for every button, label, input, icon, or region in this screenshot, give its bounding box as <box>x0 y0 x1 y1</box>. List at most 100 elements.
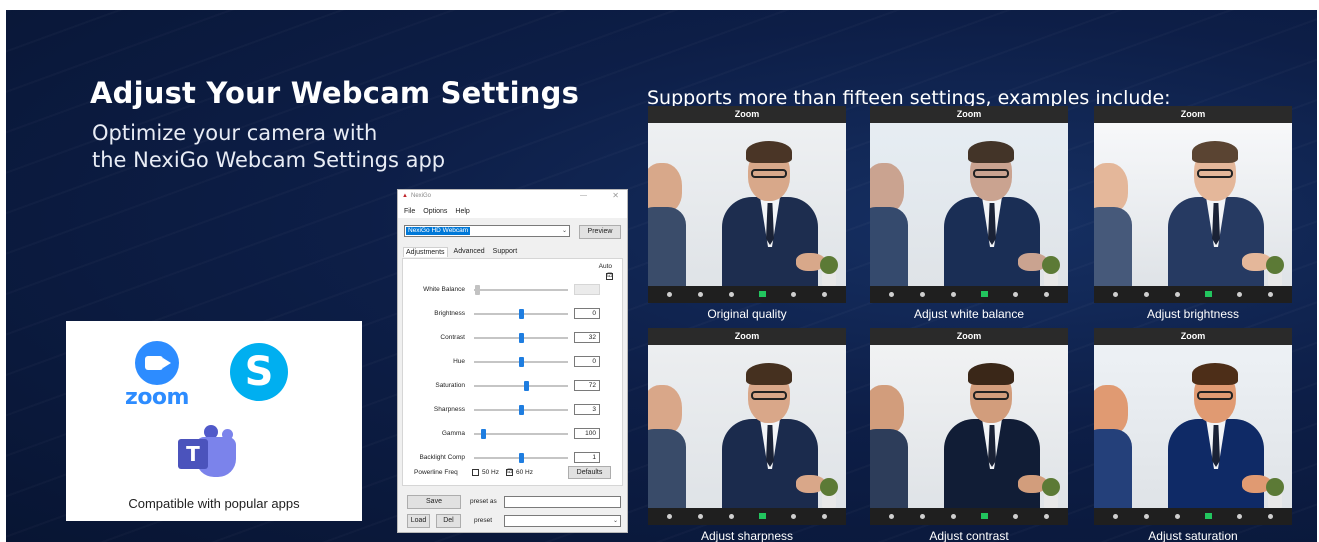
share-screen-icon <box>980 290 989 299</box>
sample-tile: Zoom Adjust saturation <box>1094 328 1292 542</box>
adjustment-value-input[interactable]: 3 <box>574 404 600 415</box>
apps-icon <box>1042 290 1051 299</box>
settings-tabs: Adjustments Advanced Support <box>403 247 519 257</box>
apps-icon <box>1266 290 1275 299</box>
sample-photo <box>648 123 846 286</box>
slider-thumb[interactable] <box>474 285 480 295</box>
window-titlebar[interactable]: ▲ NexiGo — ✕ <box>398 190 627 204</box>
adjustment-value-input[interactable] <box>574 284 600 295</box>
menu-file[interactable]: File <box>404 208 415 215</box>
slider-thumb[interactable] <box>519 405 524 415</box>
tab-support[interactable]: Support <box>491 247 520 257</box>
plant-decor <box>1040 256 1062 286</box>
adjustment-row: White Balance <box>403 283 624 297</box>
adjustment-label: Sharpness <box>433 406 465 413</box>
adjustment-slider[interactable] <box>474 453 568 463</box>
sample-tile: Zoom Original quality <box>648 106 846 321</box>
tab-adjustments[interactable]: Adjustments <box>403 247 448 257</box>
slider-thumb[interactable] <box>519 453 524 463</box>
auto-checkbox[interactable]: ☑ <box>606 273 613 280</box>
chat-icon <box>1173 290 1182 299</box>
plant-decor <box>1040 478 1062 508</box>
delete-button[interactable]: Del <box>436 514 461 528</box>
sample-caption: Adjust sharpness <box>700 529 794 542</box>
adjustment-label: Gamma <box>441 430 465 437</box>
adjustment-slider[interactable] <box>474 285 568 295</box>
adjustment-label: Saturation <box>435 382 465 389</box>
menu-bar: File Options Help <box>398 204 627 218</box>
tab-advanced[interactable]: Advanced <box>452 247 487 257</box>
meeting-controls-bar <box>1094 508 1292 525</box>
adjustment-value-input[interactable]: 32 <box>574 332 600 343</box>
chat-icon <box>949 290 958 299</box>
slider-thumb[interactable] <box>481 429 487 439</box>
slider-thumb[interactable] <box>519 309 524 319</box>
security-icon <box>887 290 896 299</box>
adjustment-label: Hue <box>453 358 465 365</box>
slider-thumb[interactable] <box>519 333 524 343</box>
chat-icon <box>1173 512 1182 521</box>
adjustment-slider[interactable] <box>474 405 568 415</box>
adjustment-value-input[interactable]: 100 <box>574 428 600 439</box>
record-icon <box>1011 512 1020 521</box>
close-icon[interactable]: ✕ <box>612 191 619 200</box>
window-title: NexiGo <box>411 193 432 199</box>
load-button[interactable]: Load <box>407 514 430 528</box>
slider-thumb[interactable] <box>519 357 524 367</box>
sample-title-bar: Zoom <box>1094 106 1292 123</box>
adjustment-label: Backlight Comp <box>419 454 465 461</box>
share-screen-icon <box>1204 512 1213 521</box>
meeting-controls-bar <box>648 286 846 303</box>
preset-select[interactable]: ⌄ <box>504 515 621 527</box>
chat-icon <box>727 512 736 521</box>
sample-photo <box>1094 123 1292 286</box>
sample-photo <box>870 345 1068 508</box>
person-left <box>648 163 692 286</box>
hz50-label: 50 Hz <box>482 469 499 476</box>
preview-button[interactable]: Preview <box>579 225 621 239</box>
powerline-label: Powerline Freq <box>414 469 458 476</box>
adjustment-slider[interactable] <box>474 381 568 391</box>
device-select[interactable]: NexiGo HD Webcam ⌄ <box>404 225 570 237</box>
plant-decor <box>1264 256 1286 286</box>
zoom-logo: zoom <box>124 341 190 410</box>
teams-letter: T <box>178 439 208 469</box>
security-icon <box>665 512 674 521</box>
adjustment-value-input[interactable]: 72 <box>574 380 600 391</box>
teams-icon: T <box>174 425 238 481</box>
settings-app-window: ▲ NexiGo — ✕ File Options Help NexiGo HD… <box>397 189 628 533</box>
meeting-controls-bar <box>648 508 846 525</box>
meeting-controls-bar <box>870 286 1068 303</box>
record-icon <box>789 290 798 299</box>
participants-icon <box>1142 512 1151 521</box>
adjustment-value-input[interactable]: 1 <box>574 452 600 463</box>
defaults-button[interactable]: Defaults <box>568 466 611 479</box>
sample-title-bar: Zoom <box>870 106 1068 123</box>
hz60-checkbox[interactable]: ☑ <box>506 469 513 476</box>
adjustment-slider[interactable] <box>474 309 568 319</box>
minimize-icon[interactable]: — <box>580 192 587 199</box>
chat-icon <box>727 290 736 299</box>
person-left <box>870 163 914 286</box>
auto-label: Auto <box>598 263 612 270</box>
app-logo-icon: ▲ <box>402 193 408 199</box>
security-icon <box>1111 290 1120 299</box>
slider-thumb[interactable] <box>523 381 529 391</box>
adjustment-slider[interactable] <box>474 357 568 367</box>
adjustment-label: White Balance <box>423 286 465 293</box>
adjustment-slider[interactable] <box>474 429 568 439</box>
menu-options[interactable]: Options <box>423 208 447 215</box>
menu-help[interactable]: Help <box>455 208 469 215</box>
sample-photo <box>870 123 1068 286</box>
preset-name-input[interactable] <box>504 496 621 508</box>
adjustment-slider[interactable] <box>474 333 568 343</box>
adjustment-value-input[interactable]: 0 <box>574 308 600 319</box>
adjustment-value-input[interactable]: 0 <box>574 356 600 367</box>
save-button[interactable]: Save <box>407 495 461 509</box>
sample-caption: Adjust white balance <box>913 307 1025 321</box>
hz50-checkbox[interactable] <box>472 469 479 476</box>
participants-icon <box>918 290 927 299</box>
hz60-label: 60 Hz <box>516 469 533 476</box>
apps-icon <box>820 512 829 521</box>
sample-tile: Zoom Adjust brightness <box>1094 106 1292 321</box>
